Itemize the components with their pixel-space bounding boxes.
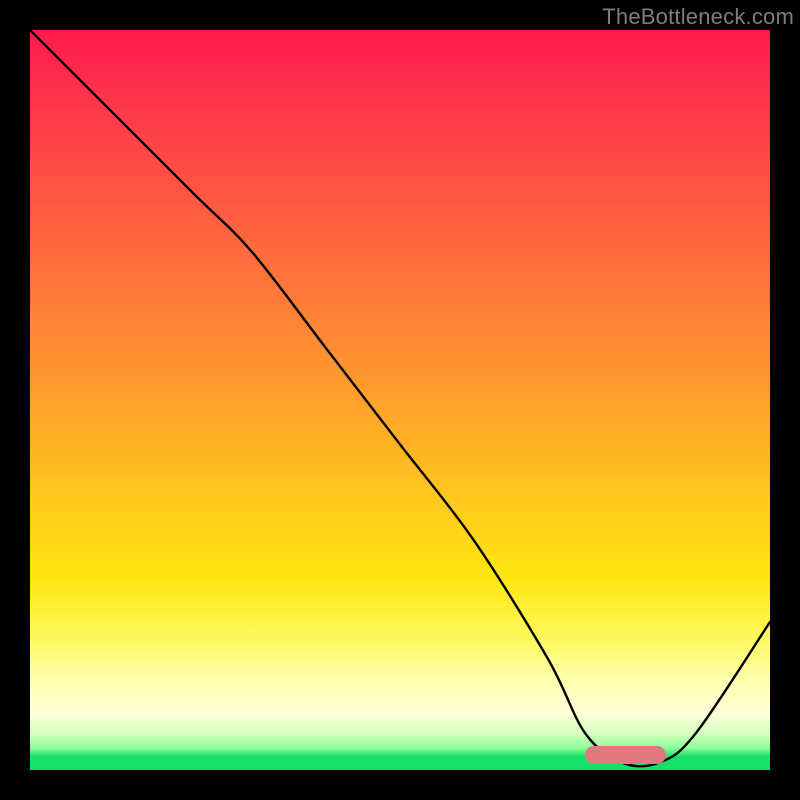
watermark-text: TheBottleneck.com — [602, 4, 794, 30]
optimal-range-marker — [585, 746, 666, 764]
bottleneck-curve — [30, 30, 770, 770]
plot-area — [30, 30, 770, 770]
chart-frame: TheBottleneck.com — [0, 0, 800, 800]
